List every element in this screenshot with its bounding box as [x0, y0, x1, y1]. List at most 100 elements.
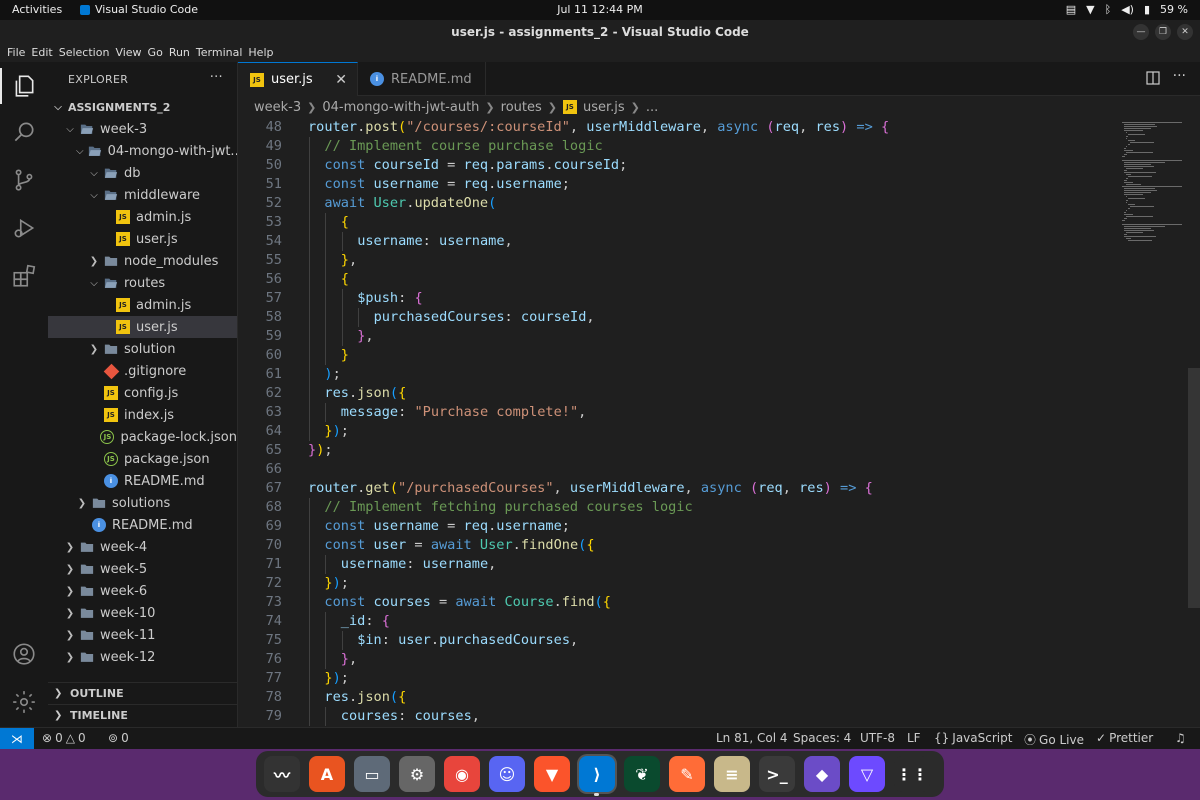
- breadcrumb-item[interactable]: routes: [501, 100, 542, 115]
- more-actions-icon[interactable]: ···: [210, 70, 223, 85]
- settings-icon[interactable]: ⚙: [399, 756, 435, 792]
- breadcrumb-item[interactable]: 04-mongo-with-jwt-auth: [322, 100, 479, 115]
- tree-folder[interactable]: ⌵ db: [48, 162, 237, 184]
- app-center-icon[interactable]: A: [309, 756, 345, 792]
- tree-folder[interactable]: ⌵ middleware: [48, 184, 237, 206]
- timeline-section[interactable]: ❯ TIMELINE: [48, 704, 237, 726]
- manage-gear-icon[interactable]: [10, 688, 38, 716]
- tree-folder[interactable]: ⌵ 04-mongo-with-jwt...: [48, 140, 237, 162]
- source-control-icon[interactable]: [10, 166, 38, 194]
- menu-view[interactable]: View: [112, 44, 144, 62]
- menu-terminal[interactable]: Terminal: [193, 44, 246, 62]
- discord-icon[interactable]: ☺: [489, 756, 525, 792]
- tree-folder[interactable]: ❯ week-11: [48, 624, 237, 646]
- workspace-root[interactable]: ⌵ ASSIGNMENTS_2: [48, 96, 237, 118]
- tree-file[interactable]: JS config.js: [48, 382, 237, 404]
- breadcrumb-item[interactable]: ...: [646, 100, 658, 115]
- prettier-button[interactable]: ✓ Prettier: [1096, 731, 1153, 745]
- close-icon[interactable]: ✕: [1177, 24, 1193, 40]
- problems-indicator[interactable]: ⊗ 0 △ 0: [42, 731, 86, 745]
- tree-file[interactable]: i README.md: [48, 470, 237, 492]
- tree-folder[interactable]: ⌵ week-3: [48, 118, 237, 140]
- show-apps-icon[interactable]: ⋮⋮: [894, 756, 930, 792]
- tree-file[interactable]: JS admin.js: [48, 294, 237, 316]
- system-monitor-icon[interactable]: 〰: [264, 756, 300, 792]
- tree-file[interactable]: JS index.js: [48, 404, 237, 426]
- chevron-right-icon: ❯: [89, 343, 99, 355]
- breadcrumb-item[interactable]: week-3: [254, 100, 301, 115]
- close-tab-icon[interactable]: ✕: [335, 72, 347, 88]
- maximize-icon[interactable]: ❐: [1155, 24, 1171, 40]
- run-debug-icon[interactable]: [10, 214, 38, 242]
- proton-vpn-icon[interactable]: ▽: [849, 756, 885, 792]
- chrome-icon[interactable]: ◉: [444, 756, 480, 792]
- text-editor-icon[interactable]: ≡: [714, 756, 750, 792]
- eol[interactable]: LF: [907, 731, 921, 745]
- menu-selection[interactable]: Selection: [56, 44, 113, 62]
- remote-indicator-icon[interactable]: ⋊: [0, 728, 34, 750]
- code-text: });: [324, 422, 349, 441]
- menu-file[interactable]: File: [4, 44, 28, 62]
- extensions-icon[interactable]: [10, 262, 38, 290]
- minimap-line: [1126, 146, 1127, 147]
- tree-file[interactable]: .gitignore: [48, 360, 237, 382]
- scrollbar-thumb[interactable]: [1188, 368, 1200, 608]
- go-live-button[interactable]: ⦿ Go Live: [1024, 731, 1084, 748]
- breadcrumb-item[interactable]: user.js: [583, 100, 625, 115]
- tree-folder[interactable]: ❯ week-4: [48, 536, 237, 558]
- code-token: ): [332, 670, 341, 686]
- tree-file[interactable]: JS package.json: [48, 448, 237, 470]
- tree-file[interactable]: JS user.js: [48, 228, 237, 250]
- language-mode[interactable]: {} JavaScript: [934, 731, 1012, 745]
- postman-icon[interactable]: ✎: [669, 756, 705, 792]
- more-actions-icon[interactable]: ···: [1173, 68, 1186, 84]
- indent-guide: [309, 536, 310, 555]
- indentation[interactable]: Spaces: 4: [793, 731, 851, 745]
- tree-file[interactable]: JS user.js: [48, 316, 237, 338]
- menu-run[interactable]: Run: [166, 44, 193, 62]
- tab-readme[interactable]: i README.md: [358, 62, 486, 96]
- minimap[interactable]: [1118, 118, 1190, 727]
- tree-folder[interactable]: ❯ week-6: [48, 580, 237, 602]
- tree-file[interactable]: JS admin.js: [48, 206, 237, 228]
- encoding[interactable]: UTF-8: [860, 731, 895, 745]
- code-text: $in: user.purchasedCourses,: [357, 631, 578, 650]
- tree-folder[interactable]: ❯ solutions: [48, 492, 237, 514]
- activities-button[interactable]: Activities: [12, 3, 62, 16]
- notifications-bell-icon[interactable]: ♫: [1175, 731, 1186, 745]
- tree-folder[interactable]: ❯ solution: [48, 338, 237, 360]
- vscode-icon[interactable]: ⟩: [579, 756, 615, 792]
- mongodb-compass-icon[interactable]: ❦: [624, 756, 660, 792]
- obsidian-icon[interactable]: ◆: [804, 756, 840, 792]
- system-tray[interactable]: ▤ ▼ ᛒ ◀) ▮ 59 %: [1066, 3, 1188, 16]
- app-menu[interactable]: Visual Studio Code: [80, 3, 198, 16]
- split-editor-icon[interactable]: [1146, 71, 1160, 89]
- tab-user-js[interactable]: JS user.js ✕: [238, 62, 358, 96]
- terminal-icon[interactable]: >_: [759, 756, 795, 792]
- code-editor[interactable]: 48 router.post("/courses/:courseId", user…: [238, 118, 1118, 727]
- menu-help[interactable]: Help: [245, 44, 276, 62]
- outline-section[interactable]: ❯ OUTLINE: [48, 682, 237, 704]
- tree-file[interactable]: i README.md: [48, 514, 237, 536]
- explorer-icon[interactable]: [0, 68, 38, 104]
- tree-folder[interactable]: ❯ week-10: [48, 602, 237, 624]
- minimize-icon[interactable]: —: [1133, 24, 1149, 40]
- tree-file[interactable]: JS package-lock.json: [48, 426, 237, 448]
- tree-folder[interactable]: ⌵ routes: [48, 272, 237, 294]
- menu-go[interactable]: Go: [145, 44, 166, 62]
- menu-edit[interactable]: Edit: [28, 44, 55, 62]
- files-icon[interactable]: ▭: [354, 756, 390, 792]
- tree-folder[interactable]: ❯ node_modules: [48, 250, 237, 272]
- clock[interactable]: Jul 11 12:44 PM: [557, 3, 643, 16]
- tree-item-label: package.json: [124, 451, 210, 467]
- tree-folder[interactable]: ❯ week-5: [48, 558, 237, 580]
- cursor-position[interactable]: Ln 81, Col 4: [716, 731, 788, 745]
- warning-count: 0: [77, 731, 86, 745]
- clipboard-icon[interactable]: ▤: [1066, 3, 1076, 16]
- search-icon[interactable]: [10, 118, 38, 146]
- brave-icon[interactable]: ▼: [534, 756, 570, 792]
- tree-folder[interactable]: ❯ week-12: [48, 646, 237, 668]
- account-icon[interactable]: [10, 640, 38, 668]
- ports-indicator[interactable]: ⊚ 0: [108, 731, 129, 745]
- editor-scrollbar[interactable]: [1186, 118, 1200, 727]
